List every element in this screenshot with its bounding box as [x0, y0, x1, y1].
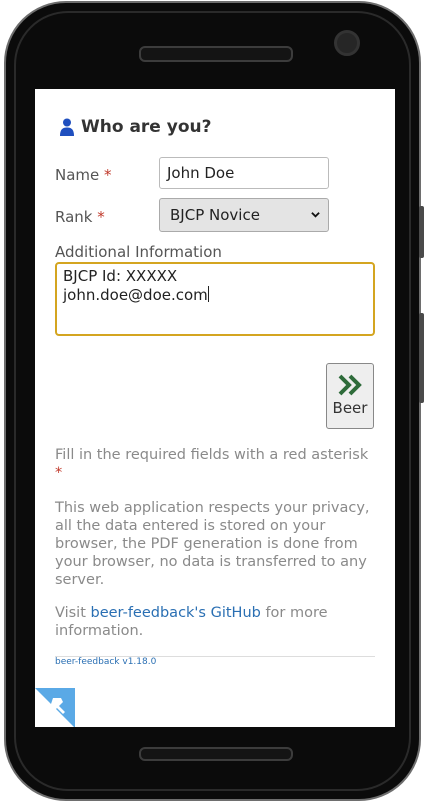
- required-asterisk: *: [97, 208, 105, 226]
- person-icon: [60, 118, 74, 136]
- power-button: [419, 313, 424, 403]
- name-label: Name *: [55, 166, 112, 184]
- additional-info-textarea[interactable]: BJCP Id: XXXXX john.doe@doe.com: [55, 262, 375, 336]
- github-note: Visit beer-feedback's GitHub for more in…: [55, 605, 328, 639]
- app-screen: Who are you? Name * John Doe Rank * BJCP…: [35, 89, 395, 727]
- name-input[interactable]: John Doe: [159, 157, 329, 189]
- section-title: Who are you?: [81, 117, 212, 137]
- double-chevron-right-icon: [338, 374, 362, 396]
- pin-badge-icon[interactable]: [35, 688, 75, 727]
- required-asterisk: *: [55, 465, 63, 481]
- additional-info-line: BJCP Id: XXXXX: [63, 267, 178, 285]
- rank-select-value: BJCP Novice: [170, 206, 260, 224]
- rank-select[interactable]: BJCP Novice: [159, 198, 329, 232]
- next-beer-button[interactable]: Beer: [326, 363, 374, 429]
- required-asterisk: *: [104, 166, 112, 184]
- section-heading: Who are you?: [59, 117, 211, 137]
- volume-button: [419, 206, 424, 258]
- additional-info-label: Additional Information: [55, 243, 222, 261]
- github-link[interactable]: beer-feedback's GitHub: [91, 605, 261, 621]
- version-text: beer-feedback v1.18.0: [55, 657, 157, 667]
- chevron-down-icon: [311, 212, 320, 218]
- additional-info-line: john.doe@doe.com: [63, 286, 208, 304]
- top-speaker: [139, 46, 293, 62]
- front-camera: [334, 30, 360, 56]
- next-beer-label: Beer: [332, 399, 368, 417]
- rank-label: Rank *: [55, 208, 105, 226]
- bottom-speaker: [139, 747, 293, 761]
- required-fields-note: Fill in the required fields with a red a…: [55, 447, 369, 481]
- privacy-note: This web application respects your priva…: [55, 500, 370, 588]
- text-cursor: [207, 286, 209, 302]
